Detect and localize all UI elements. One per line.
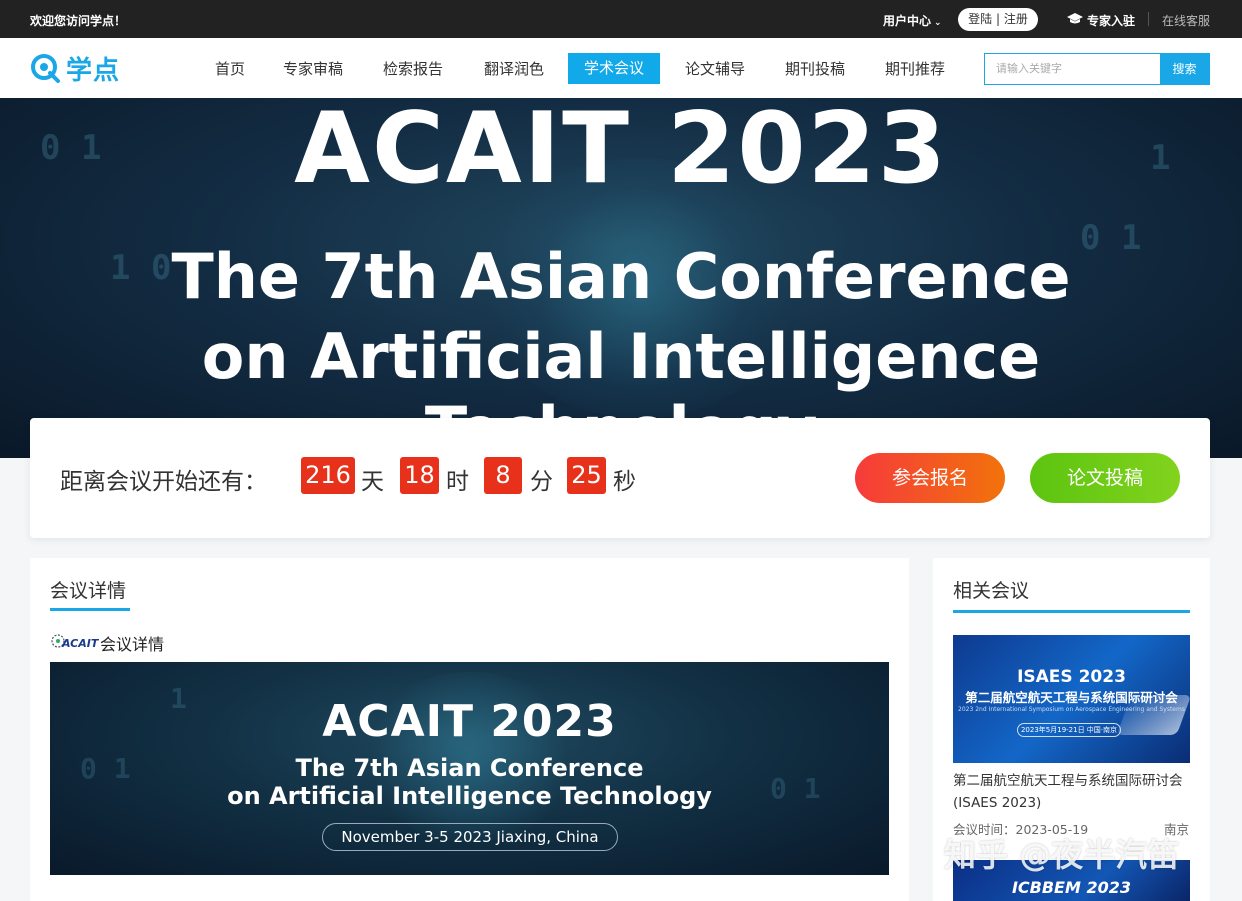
related-conference-name[interactable]: 第二届航空航天工程与系统国际研讨会 (ISAES 2023) — [953, 770, 1190, 814]
search-input[interactable] — [985, 54, 1161, 84]
main-nav: 学点 首页 专家审稿 检索报告 翻译润色 学术会议 论文辅导 期刊投稿 期刊推荐… — [0, 38, 1242, 98]
countdown-seconds: 25 — [567, 457, 606, 494]
detail-banner-image: 0 1 1 0 1 ACAIT 2023 The 7th Asian Confe… — [50, 662, 889, 875]
site-logo[interactable]: 学点 — [30, 51, 121, 86]
user-center-menu[interactable]: 用户中心 ⌄ — [883, 12, 942, 29]
acait-logo: ACAIT — [50, 633, 100, 653]
user-center-label: 用户中心 — [883, 14, 932, 28]
countdown-minutes-unit: 分 — [530, 469, 553, 495]
thumb-date: 2023年5月19-21日 中国·南京 — [1017, 723, 1121, 737]
section-underline — [50, 608, 130, 611]
register-button[interactable]: 参会报名 — [855, 453, 1005, 503]
detail-banner-line2: on Artificial Intelligence Technology — [227, 782, 712, 810]
acait-logo-text: ACAIT — [62, 637, 99, 650]
related-section-title: 相关会议 — [953, 580, 1030, 602]
thumb-subtitle: 第二届航空航天工程与系统国际研讨会 — [965, 690, 1178, 705]
nav-item-translation[interactable]: 翻译润色 — [484, 58, 544, 79]
detail-subheading: ACAIT 会议详情 — [50, 631, 164, 655]
countdown-seconds-unit: 秒 — [613, 469, 636, 495]
welcome-text: 欢迎您访问学点！ — [30, 14, 127, 28]
countdown-days: 216 — [301, 457, 355, 494]
submit-paper-button[interactable]: 论文投稿 — [1030, 453, 1180, 503]
detail-banner-date: November 3-5 2023 Jiaxing, China — [322, 823, 618, 851]
thumb-title: ICBBEM 2023 — [1011, 878, 1132, 897]
thumb-english-title: 2023 2nd International Symposium on Aero… — [958, 706, 1185, 713]
detail-subheading-text: 会议详情 — [100, 635, 165, 654]
detail-banner-title: ACAIT 2023 — [322, 696, 617, 747]
thumb-title: ISAES 2023 — [1017, 667, 1126, 687]
detail-section-title: 会议详情 — [50, 580, 127, 602]
countdown-days-unit: 天 — [361, 469, 384, 495]
graduation-cap-icon — [1067, 13, 1083, 28]
nav-item-expert-review[interactable]: 专家审稿 — [283, 58, 343, 79]
nav-item-journal-submit[interactable]: 期刊投稿 — [785, 58, 845, 79]
hero-banner: 0 1 1 0 0 1 1 ACAIT 2023 The 7th Asian C… — [0, 98, 1242, 458]
search-button[interactable]: 搜索 — [1160, 54, 1209, 84]
banner-title: ACAIT 2023 — [294, 98, 948, 206]
related-conference-thumbnail[interactable]: ISAES 2023 第二届航空航天工程与系统国际研讨会 2023 2nd In… — [953, 635, 1190, 763]
countdown-hours-unit: 时 — [446, 469, 469, 495]
top-bar: 欢迎您访问学点！ 用户中心 ⌄ 登陆 | 注册 专家入驻 在线客服 — [0, 0, 1242, 38]
expert-join-label: 专家入驻 — [1087, 14, 1136, 28]
logo-text: 学点 — [66, 55, 121, 86]
countdown-hours: 18 — [400, 457, 439, 494]
countdown-label: 距离会议开始还有： — [60, 469, 267, 495]
search-box: 搜索 — [984, 53, 1210, 85]
section-underline — [953, 610, 1190, 613]
expert-join-link[interactable]: 专家入驻 — [1067, 12, 1135, 29]
nav-item-conferences[interactable]: 学术会议 — [568, 53, 661, 84]
countdown-minutes: 8 — [484, 457, 522, 494]
nav-item-home[interactable]: 首页 — [215, 58, 245, 79]
chevron-down-icon: ⌄ — [934, 18, 942, 28]
online-service-link[interactable]: 在线客服 — [1162, 12, 1210, 29]
zhihu-watermark: 知乎 @夜半汽笛 — [944, 836, 1180, 874]
nav-item-journal-recommend[interactable]: 期刊推荐 — [885, 58, 945, 79]
logo-q-icon — [30, 53, 60, 83]
countdown-card: 距离会议开始还有： 216 天 18 时 8 分 25 秒 参会报名 论文投稿 — [30, 418, 1210, 538]
detail-banner-line1: The 7th Asian Conference — [295, 754, 644, 782]
nav-item-search-report[interactable]: 检索报告 — [383, 58, 443, 79]
nav-item-tutoring[interactable]: 论文辅导 — [685, 58, 745, 79]
divider — [1148, 12, 1149, 26]
login-register-button[interactable]: 登陆 | 注册 — [958, 8, 1038, 31]
banner-subtitle-line1: The 7th Asian Conference — [171, 240, 1071, 313]
conference-detail-card: 会议详情 ACAIT 会议详情 0 1 1 0 1 ACAIT 2023 The… — [30, 558, 909, 901]
